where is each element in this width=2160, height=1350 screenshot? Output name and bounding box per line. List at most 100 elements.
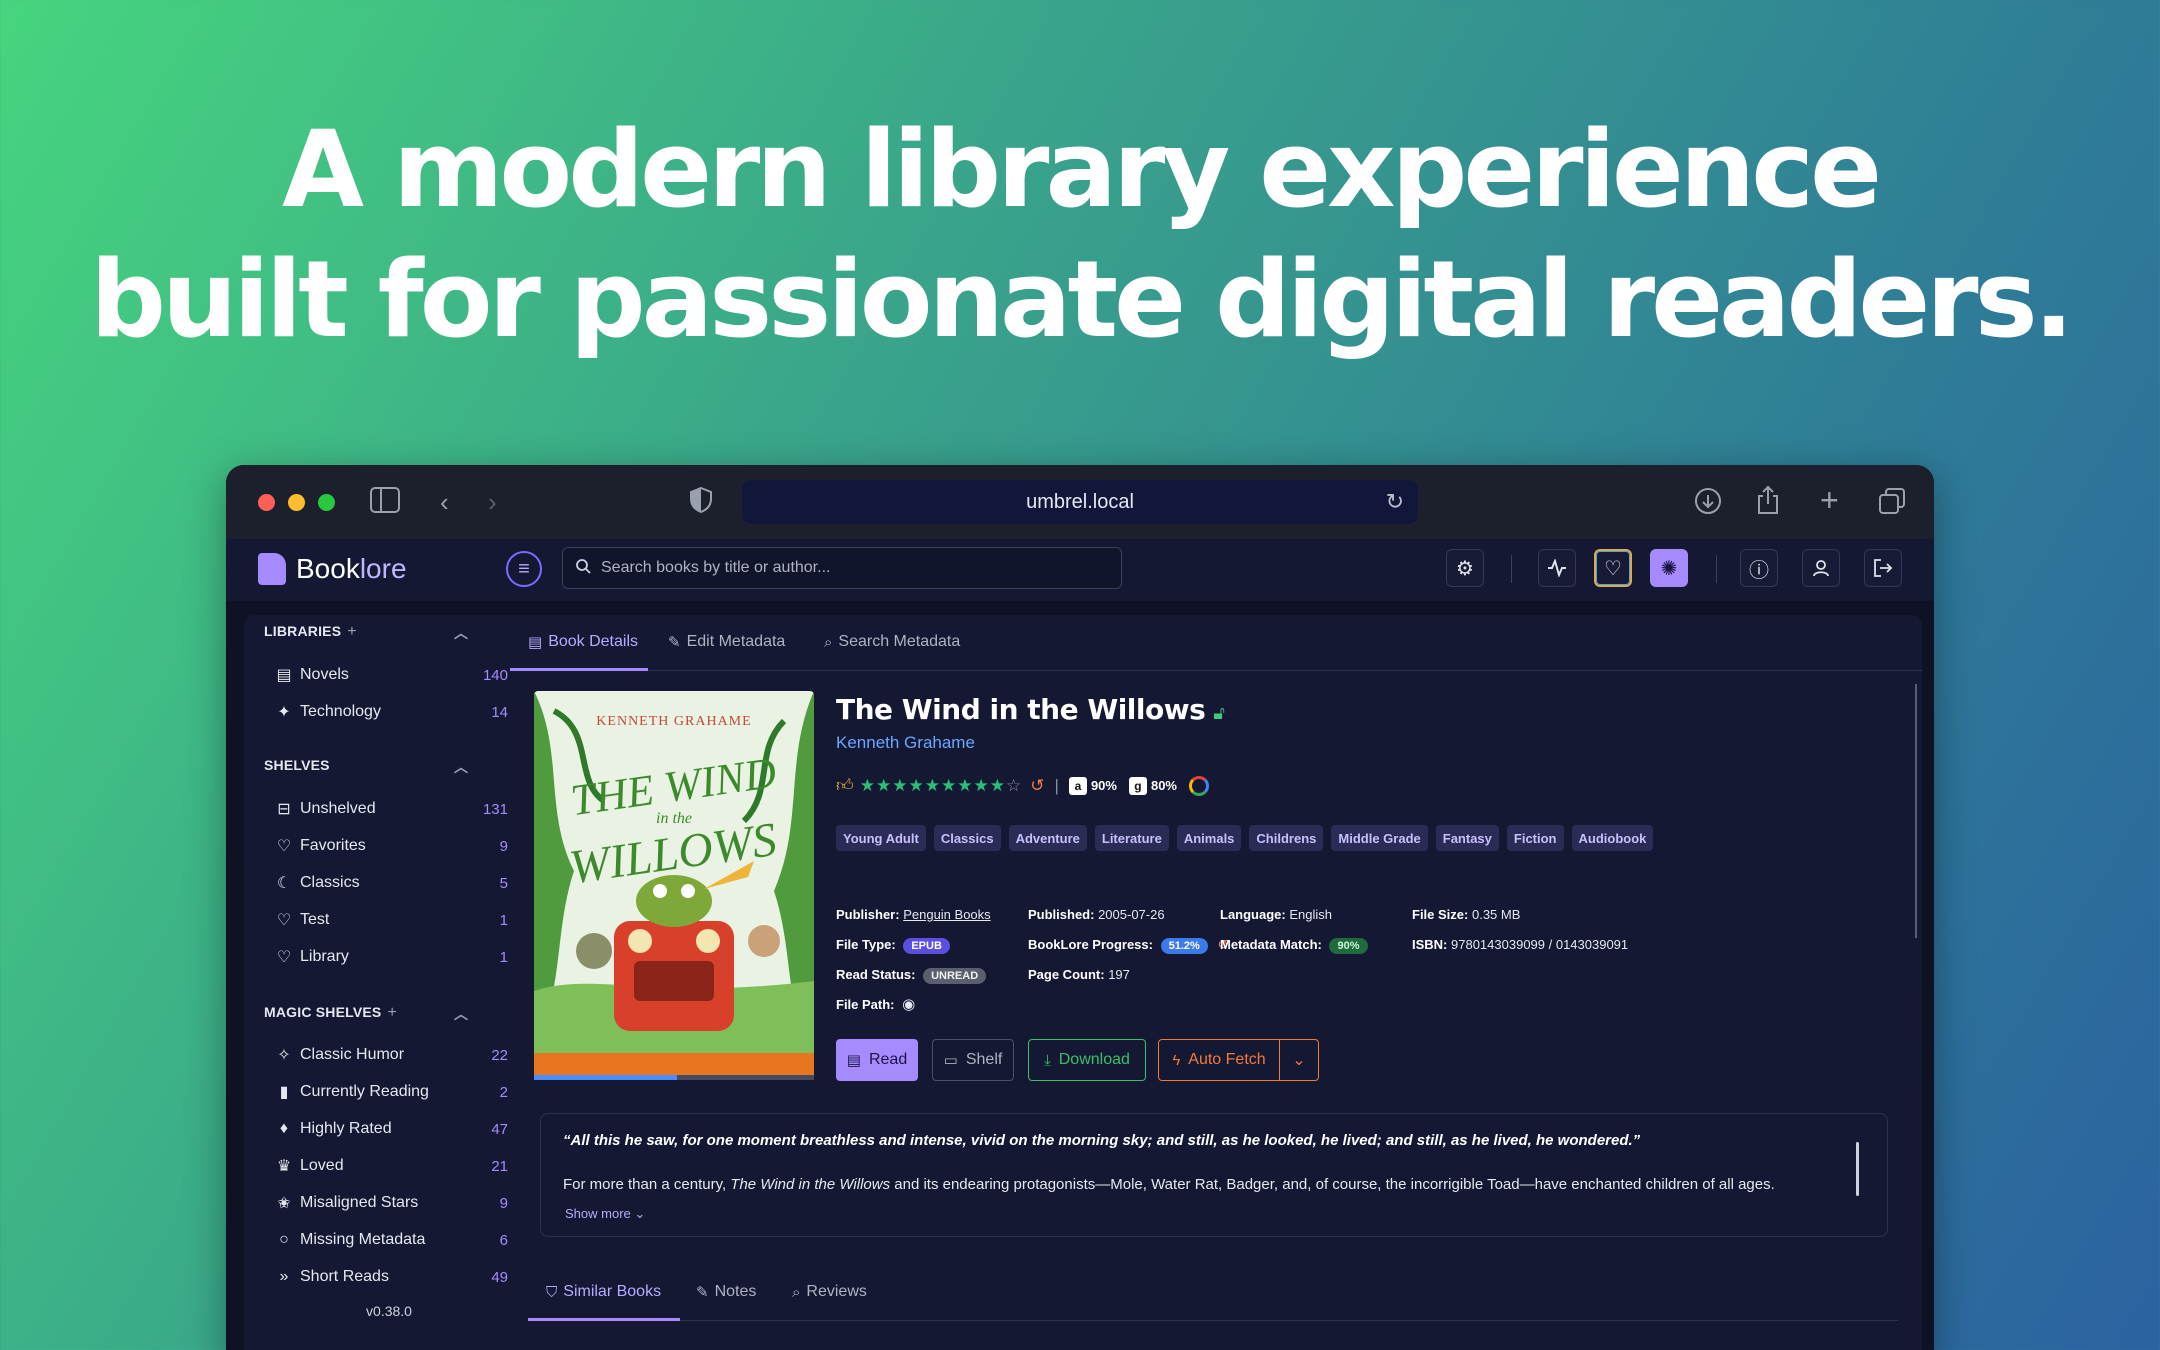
star-filled-icon[interactable]: ★ (876, 776, 892, 795)
panel-scrollbar[interactable] (1915, 684, 1917, 938)
book-cover[interactable]: KENNETH GRAHAME THE WIND in the WILLOWS (534, 691, 814, 1079)
sidebar-item-count: 2 (499, 1083, 508, 1101)
tab-overview-icon[interactable] (1878, 487, 1906, 521)
auto-fetch-button[interactable]: ϟ Auto Fetch (1158, 1039, 1280, 1081)
logout-button[interactable] (1864, 549, 1902, 587)
genre-tag[interactable]: Middle Grade (1331, 825, 1428, 851)
google-icon[interactable] (1189, 775, 1209, 796)
edit-note-icon: ✎ (696, 1284, 709, 1301)
sidebar-item-highly-rated[interactable]: ♦ Highly Rated 47 (274, 1114, 508, 1144)
sidebar-item-test[interactable]: ♡ Test 1 (274, 905, 508, 935)
tab-reviews[interactable]: ⌕ Reviews (792, 1283, 867, 1301)
sidebar-item-classics[interactable]: ☾ Classics 5 (274, 868, 508, 898)
star-filled-icon[interactable]: ★ (892, 776, 908, 795)
star-filled-icon[interactable]: ★ (941, 776, 957, 795)
profile-button[interactable] (1802, 549, 1840, 587)
sidebar-toggle-icon[interactable] (370, 487, 400, 519)
tab-search-metadata[interactable]: ⌕ Search Metadata (824, 633, 960, 651)
back-icon[interactable]: ‹ (440, 487, 449, 517)
genre-tag[interactable]: Classics (933, 825, 1001, 851)
genre-tag[interactable]: Adventure (1008, 825, 1087, 851)
sidebar: LIBRARIES + ︿ ▤ Novels 140 ✦ Technology 14 SH… (244, 615, 534, 1350)
downloads-icon[interactable] (1694, 487, 1722, 521)
reset-rating-icon[interactable]: ↺ (1030, 776, 1044, 796)
privacy-shield-icon[interactable] (690, 486, 712, 519)
eye-icon[interactable]: ◉ (902, 996, 915, 1013)
magic-shelves-header[interactable]: MAGIC SHELVES + ︿ (264, 1004, 468, 1022)
add-magic-shelf-icon[interactable]: + (387, 1004, 397, 1021)
sidebar-item-currently-reading[interactable]: ▮ Currently Reading 2 (274, 1077, 508, 1107)
chevron-up-icon[interactable]: ︿ (454, 757, 468, 777)
booklore-logo[interactable]: Book lore (258, 553, 407, 585)
add-library-icon[interactable]: + (347, 623, 357, 640)
sidebar-item-favorites[interactable]: ♡ Favorites 9 (274, 831, 508, 861)
share-icon[interactable] (1756, 485, 1780, 521)
sidebar-item-short-reads[interactable]: » Short Reads 49 (274, 1262, 508, 1292)
read-button[interactable]: ▤ Read (836, 1039, 918, 1081)
address-bar[interactable]: umbrel.local ↻ (742, 480, 1418, 524)
sidebar-item-unshelved[interactable]: ⊟ Unshelved 131 (274, 794, 508, 824)
sidebar-item-misaligned-stars[interactable]: ✬ Misaligned Stars 9 (274, 1188, 508, 1218)
amazon-rating[interactable]: a 90% (1068, 776, 1117, 795)
tab-similar-books[interactable]: ⛉ Similar Books (546, 1283, 661, 1301)
read-status-badge[interactable]: UNREAD (923, 968, 987, 984)
shelf-button[interactable]: ▭ Shelf (932, 1039, 1014, 1081)
settings-button[interactable]: ⚙ (1446, 549, 1484, 587)
publisher-link[interactable]: Penguin Books (903, 907, 990, 922)
theme-button[interactable]: ✺ (1650, 549, 1688, 587)
goodreads-rating[interactable]: g 80% (1128, 776, 1177, 795)
star-filled-icon[interactable]: ★ (990, 776, 1006, 795)
sidebar-item-missing-metadata[interactable]: ○ Missing Metadata 6 (274, 1225, 508, 1255)
book-author[interactable]: Kenneth Grahame (836, 733, 975, 753)
sidebar-item-loved[interactable]: ♛ Loved 21 (274, 1151, 508, 1181)
sidebar-item-classic-humor[interactable]: ✧ Classic Humor 22 (274, 1040, 508, 1070)
genre-tag[interactable]: Audiobook (1571, 825, 1654, 851)
sidebar-item-technology[interactable]: ✦ Technology 14 (274, 697, 508, 727)
sidebar-item-library[interactable]: ♡ Library 1 (274, 942, 508, 972)
menu-toggle-button[interactable]: ≡ (506, 551, 542, 587)
unlock-icon[interactable]: 🔓︎ (1213, 703, 1225, 724)
reload-icon[interactable]: ↻ (1386, 489, 1404, 515)
button-label: Download (1058, 1051, 1130, 1068)
zoom-window-button[interactable] (318, 494, 335, 511)
close-window-button[interactable] (258, 494, 275, 511)
forward-icon[interactable]: › (488, 487, 497, 517)
chevron-up-icon[interactable]: ︿ (454, 623, 468, 643)
star-filled-icon[interactable]: ★ (860, 776, 876, 795)
sidebar-item-novels[interactable]: ▤ Novels 140 (274, 660, 508, 690)
genre-tag[interactable]: Literature (1094, 825, 1169, 851)
donate-button[interactable]: ♡ (1594, 549, 1632, 587)
sidebar-item-label: Loved (300, 1157, 344, 1174)
tab-edit-metadata[interactable]: ✎ Edit Metadata (668, 633, 785, 651)
genre-tag[interactable]: Childrens (1249, 825, 1324, 851)
genre-tag[interactable]: Young Adult (836, 825, 926, 851)
search-input[interactable]: Search books by title or author... (562, 547, 1122, 589)
tab-label: Edit Metadata (686, 633, 786, 650)
shelves-header[interactable]: SHELVES ︿ (264, 757, 468, 775)
star-filled-icon[interactable]: ★ (925, 776, 941, 795)
about-button[interactable]: ⓘ (1740, 549, 1778, 587)
minimize-window-button[interactable] (288, 494, 305, 511)
sidebar-item-count: 22 (491, 1046, 508, 1064)
star-filled-icon[interactable]: ★ (974, 776, 990, 795)
rating-divider: | (1054, 775, 1059, 795)
new-tab-icon[interactable]: + (1820, 484, 1839, 516)
libraries-header[interactable]: LIBRARIES + ︿ (264, 623, 468, 641)
description-scrollbar[interactable] (1856, 1142, 1859, 1196)
chevron-up-icon[interactable]: ︿ (454, 1004, 468, 1024)
show-more-link[interactable]: Show more ⌄ (565, 1206, 645, 1222)
star-filled-icon[interactable]: ★ (957, 776, 973, 795)
auto-fetch-dropdown[interactable]: ⌄ (1279, 1039, 1319, 1081)
download-button[interactable]: ⤓ Download (1028, 1039, 1146, 1081)
tab-book-details[interactable]: ▤ Book Details (528, 633, 638, 651)
genre-tag[interactable]: Fiction (1506, 825, 1564, 851)
star-filled-icon[interactable]: ★ (909, 776, 925, 795)
star-empty-icon[interactable]: ☆ (1006, 776, 1022, 795)
button-label: Read (868, 1051, 908, 1068)
genre-tag[interactable]: Animals (1176, 825, 1242, 851)
tab-notes[interactable]: ✎ Notes (696, 1283, 756, 1301)
star-rating[interactable]: ★★★★★★★★★☆ (860, 776, 1023, 796)
genre-tag[interactable]: Fantasy (1435, 825, 1499, 851)
metrics-button[interactable] (1538, 549, 1576, 587)
tab-label: Search Metadata (838, 633, 961, 650)
